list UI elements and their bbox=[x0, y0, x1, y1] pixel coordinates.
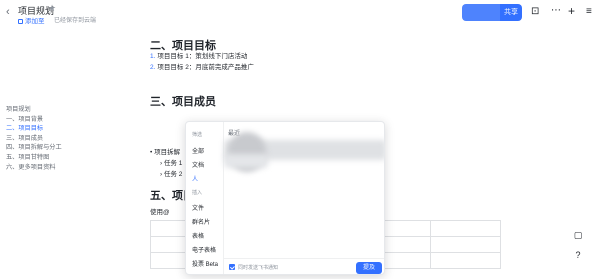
heading-goals: 二、项目目标 bbox=[150, 40, 216, 52]
outline-item[interactable]: 四、项目拆解与分工 bbox=[6, 143, 62, 153]
sub-item: › 任务 2 bbox=[160, 171, 183, 178]
list-number: 2. bbox=[150, 63, 156, 71]
usage-text: 使用@ bbox=[150, 209, 170, 216]
notify-checkbox[interactable] bbox=[229, 264, 235, 270]
notify-label: 同时发送飞书通知 bbox=[238, 265, 279, 271]
table-cell[interactable] bbox=[430, 252, 501, 269]
popup-sidebar: 筛选 全部 文档 人 插入 文件 群名片 表格 电子表格 投票 Beta bbox=[186, 122, 224, 274]
sub-item: › 任务 1 bbox=[160, 160, 183, 167]
outline-item[interactable]: 一、项目背景 bbox=[6, 115, 62, 125]
insert-poll[interactable]: 投票 Beta bbox=[192, 259, 218, 268]
table-cell[interactable] bbox=[430, 220, 501, 237]
bullet-text: 项目拆解 bbox=[154, 149, 181, 156]
back-icon[interactable]: ‹ bbox=[6, 6, 10, 18]
list-number: 1. bbox=[150, 53, 156, 60]
share-button[interactable]: 共享 bbox=[500, 4, 522, 21]
more-icon[interactable]: ⋯ bbox=[551, 5, 561, 16]
outline-item-active[interactable]: 二、项目目标 bbox=[6, 124, 62, 134]
save-status: 已经保存到云端 bbox=[54, 18, 97, 24]
bullet-item: • 项目拆解 bbox=[150, 149, 181, 156]
star-icon[interactable]: ★ bbox=[48, 3, 56, 14]
outline-item[interactable]: 五、项目甘特图 bbox=[6, 153, 62, 163]
outline-item[interactable]: 项目规划 bbox=[6, 105, 62, 115]
present-icon[interactable]: ⊡ bbox=[531, 6, 539, 17]
filter-docs[interactable]: 文档 bbox=[192, 160, 204, 169]
comment-icon[interactable]: ▢ bbox=[572, 230, 584, 242]
list-item: 1. 项目目标 1：策划线下门店活动 bbox=[150, 52, 254, 63]
add-icon[interactable]: + bbox=[568, 4, 575, 18]
menu-icon[interactable]: ≡ bbox=[586, 6, 592, 17]
filter-header: 筛选 bbox=[192, 132, 203, 138]
help-icon[interactable]: ? bbox=[572, 250, 584, 262]
insert-spreadsheet[interactable]: 电子表格 bbox=[192, 245, 216, 254]
insert-file[interactable]: 文件 bbox=[192, 203, 204, 212]
table-cell[interactable] bbox=[430, 236, 501, 253]
goals-list: 1. 项目目标 1：策划线下门店活动 2. 项目目标 2：月底前完成产品推广 bbox=[150, 52, 254, 73]
list-text: 项目目标 2：月底前完成产品推广 bbox=[157, 63, 254, 71]
popup-footer: 同时发送飞书通知 提及 bbox=[224, 258, 384, 274]
insert-header: 插入 bbox=[192, 190, 203, 196]
folder-icon bbox=[18, 18, 23, 24]
page: ‹ 项目规划 ★ 添加至 已经保存到云端 共享 ⊡ ⋯ + ≡ 项目规划 一、项… bbox=[0, 0, 600, 279]
insert-table[interactable]: 表格 bbox=[192, 231, 204, 240]
list-item: 2. 项目目标 2：月底前完成产品推广 bbox=[150, 63, 254, 74]
add-to-label: 添加至 bbox=[25, 18, 45, 25]
outline-item[interactable]: 三、项目成员 bbox=[6, 134, 62, 144]
filter-people[interactable]: 人 bbox=[192, 174, 198, 183]
recent-result[interactable] bbox=[224, 154, 268, 168]
insert-group-card[interactable]: 群名片 bbox=[192, 217, 210, 226]
outline-item[interactable]: 六、更多项目资料 bbox=[6, 163, 62, 173]
mention-submit-button[interactable]: 提及 bbox=[356, 262, 382, 274]
add-to-button[interactable]: 添加至 bbox=[18, 15, 45, 25]
list-text: 项目目标 1：策划线下门店活动 bbox=[157, 53, 248, 60]
mention-popup: 筛选 全部 文档 人 插入 文件 群名片 表格 电子表格 投票 Beta 最近 … bbox=[185, 121, 385, 275]
document-outline: 项目规划 一、项目背景 二、项目目标 三、项目成员 四、项目拆解与分工 五、项目… bbox=[6, 105, 62, 172]
filter-all[interactable]: 全部 bbox=[192, 146, 204, 155]
sub-item-text: 任务 2 bbox=[163, 171, 183, 178]
heading-members: 三、项目成员 bbox=[150, 96, 216, 108]
sub-item-text: 任务 1 bbox=[163, 160, 183, 167]
collaborator-avatars[interactable] bbox=[462, 4, 500, 21]
